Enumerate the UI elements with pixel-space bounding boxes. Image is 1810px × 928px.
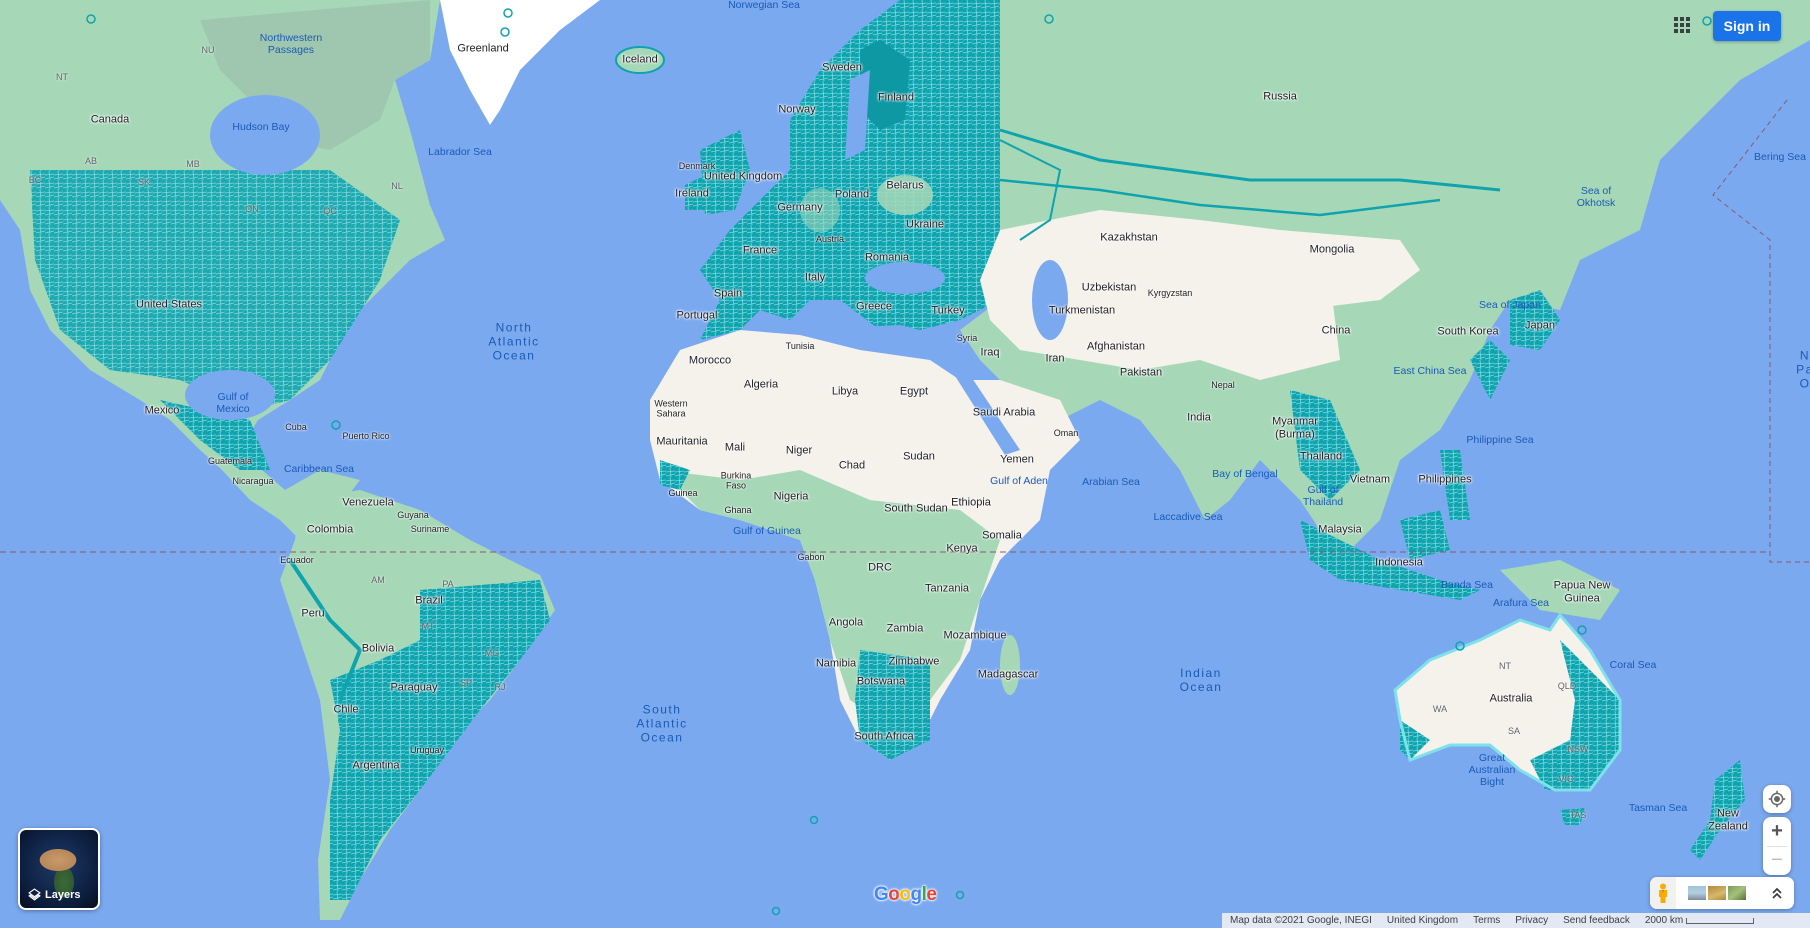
privacy-link[interactable]: Privacy [1515, 915, 1548, 926]
landmass-australia [1393, 612, 1745, 860]
apps-grid-dot [1674, 23, 1678, 27]
layers-label: Layers [45, 888, 81, 901]
landmass-iceland [615, 46, 665, 74]
street-view-pegman-icon [1659, 883, 1667, 903]
date-line [1712, 99, 1810, 563]
zoom-out-button[interactable]: − [1763, 847, 1791, 875]
landmass-south-america [280, 490, 555, 920]
expand-imagery-button[interactable] [1770, 886, 1784, 900]
terrain-thumb[interactable] [1708, 886, 1726, 900]
zoom-in-button[interactable]: + [1763, 818, 1791, 846]
my-location-button[interactable] [1763, 785, 1791, 813]
landmass-africa [650, 330, 1080, 760]
logo-letter: e [926, 884, 937, 905]
logo-letter: g [910, 884, 923, 905]
apps-grid-dot [1674, 29, 1678, 33]
imagery-picker [1650, 877, 1794, 909]
zoom-controls: + − [1763, 817, 1791, 875]
map-footer: Map data ©2021 Google, INEGI United King… [1222, 913, 1810, 928]
apps-grid-dot [1686, 17, 1690, 21]
apps-grid-icon [1674, 17, 1678, 21]
apps-grid-dot [1686, 29, 1690, 33]
landmass-north-america [0, 0, 445, 540]
sign-in-button[interactable]: Sign in [1713, 11, 1781, 41]
terms-link[interactable]: Terms [1473, 915, 1500, 926]
apps-grid-dot [1686, 23, 1690, 27]
landmass-asia [960, 0, 1810, 560]
landmass-greenland [440, 0, 600, 125]
region-link[interactable]: United Kingdom [1387, 915, 1458, 926]
street-view-thumb[interactable] [1728, 886, 1746, 900]
map-data-attribution: Map data ©2021 Google, INEGI [1230, 915, 1372, 926]
layers-icon [28, 888, 41, 901]
street-view-pegman-button[interactable] [1650, 877, 1676, 909]
black-sea [865, 262, 945, 294]
apps-grid-dot [1680, 23, 1684, 27]
logo-letter: o [899, 884, 911, 905]
google-apps-button[interactable] [1674, 17, 1690, 33]
apps-grid-dot [1680, 17, 1684, 21]
satellite-thumb[interactable] [1688, 886, 1706, 900]
hudson-bay [210, 95, 320, 175]
scale-label: 2000 km [1644, 915, 1684, 926]
landmass-europe [685, 0, 1000, 340]
send-feedback-link[interactable]: Send feedback [1563, 915, 1630, 926]
apps-grid-dot [1680, 29, 1684, 33]
double-chevron-up-icon [1772, 887, 1782, 899]
map-canvas[interactable] [0, 0, 1810, 928]
layers-label-group: Layers [28, 888, 80, 901]
scale-line [1686, 917, 1755, 924]
google-logo: Google [874, 884, 937, 906]
scale-bar[interactable]: 2000 km [1644, 915, 1755, 926]
logo-letter: G [874, 884, 889, 905]
gulf-of-mexico [185, 370, 275, 420]
caspian-sea [1032, 260, 1068, 340]
layers-button[interactable]: Layers [18, 828, 100, 910]
my-location-icon [1768, 790, 1786, 808]
logo-letter: o [888, 884, 900, 905]
